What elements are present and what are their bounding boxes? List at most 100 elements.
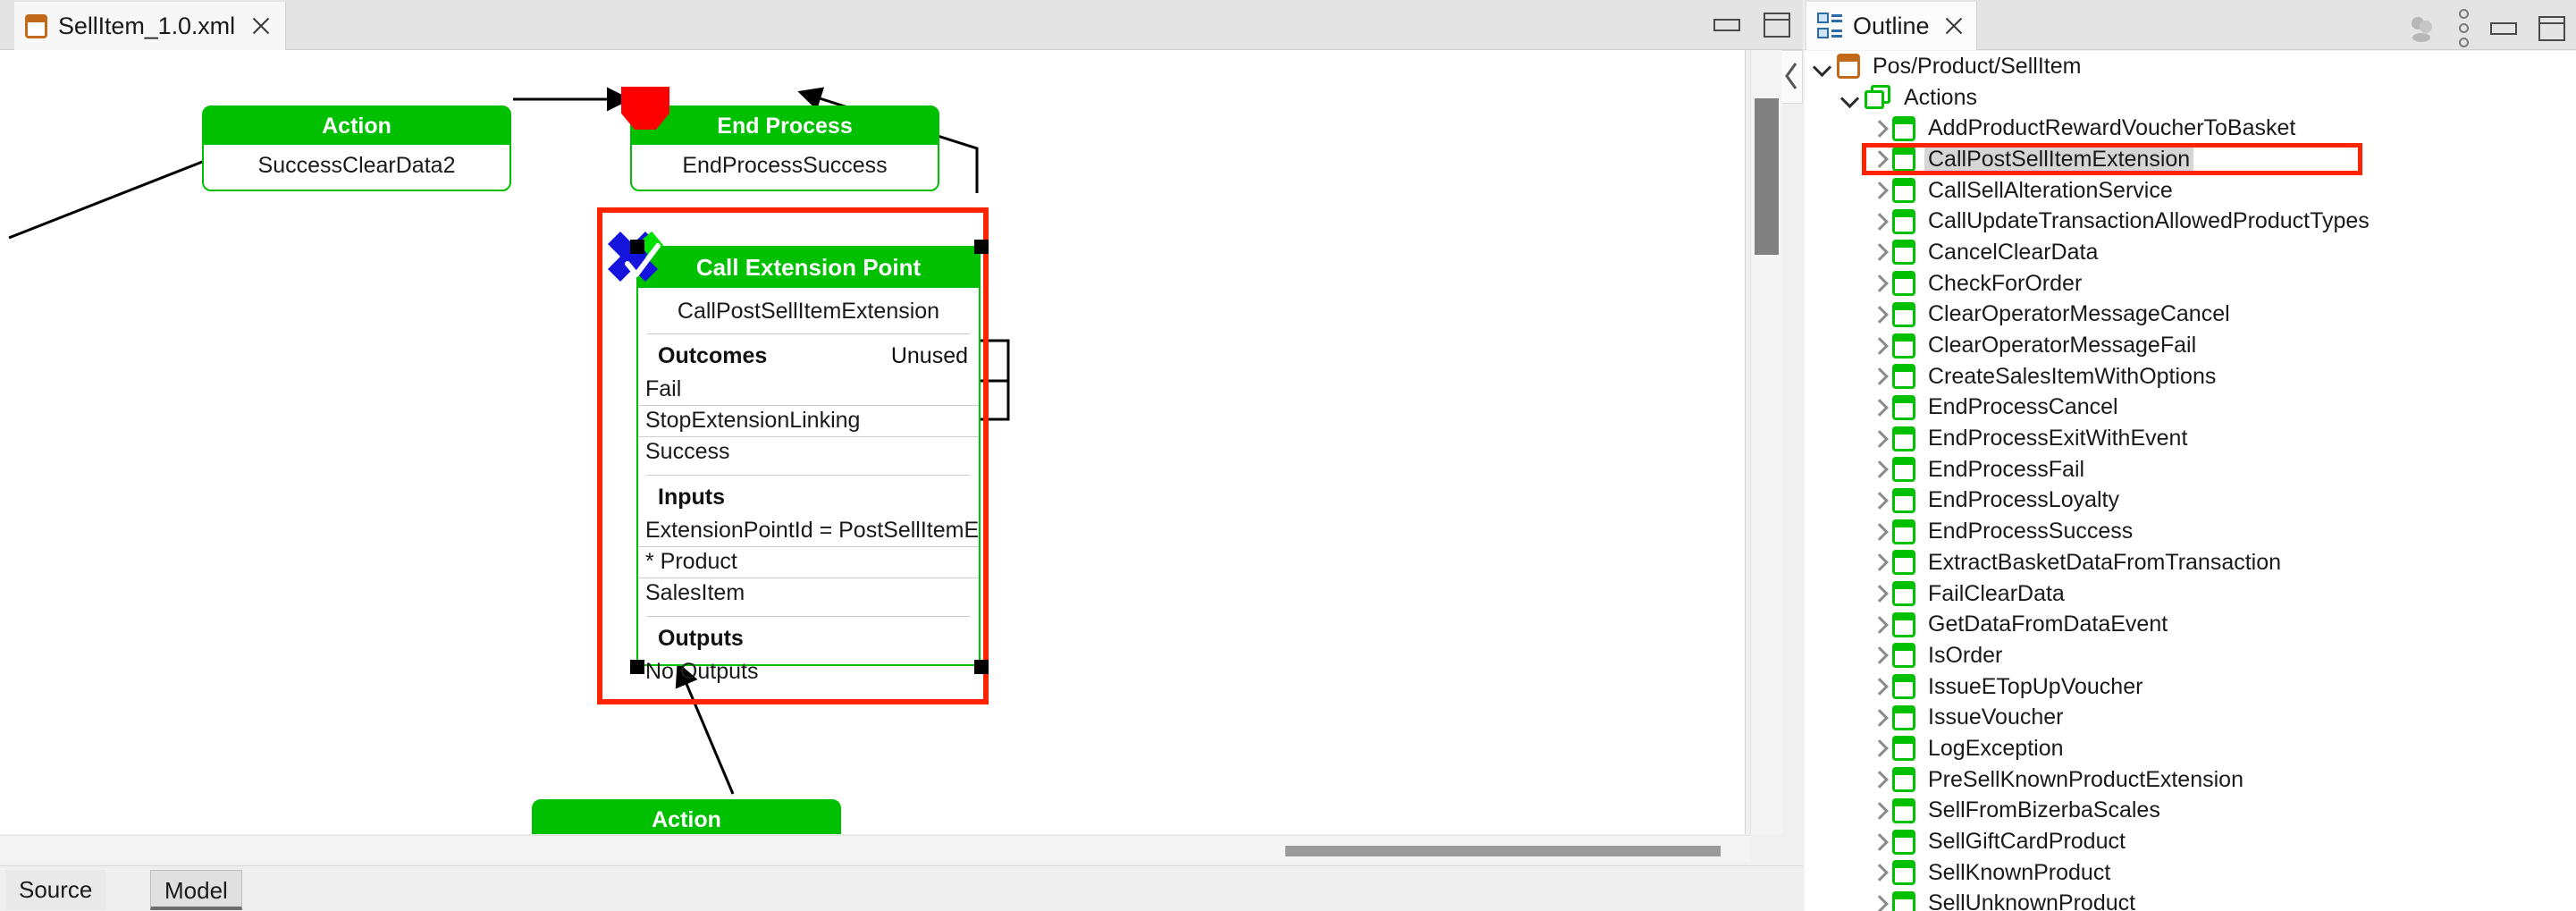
chevron-right-icon[interactable] [1867, 738, 1889, 759]
outline-tree-item[interactable]: ClearOperatorMessageCancel [1805, 299, 2576, 331]
outline-tree-item[interactable]: CreateSalesItemWithOptions [1805, 361, 2576, 392]
outline-tree-item[interactable]: Actions [1805, 82, 2576, 114]
chevron-down-icon[interactable] [1839, 87, 1861, 108]
outline-tree-item[interactable]: EndProcessLoyalty [1805, 485, 2576, 517]
outline-tree-item[interactable]: CancelClearData [1805, 237, 2576, 268]
resize-handle-top-right[interactable] [974, 240, 989, 254]
chevron-right-icon[interactable] [1867, 180, 1889, 201]
chevron-right-icon[interactable] [1867, 273, 1889, 294]
cep-input-row[interactable]: * Product [638, 547, 979, 578]
chevron-right-icon[interactable] [1867, 769, 1889, 790]
outline-tree-item-label: SellUnknownProduct [1928, 890, 2136, 911]
resize-handle-bottom-right[interactable] [974, 660, 989, 674]
outline-tree-item[interactable]: AddProductRewardVoucherToBasket [1805, 113, 2576, 144]
chevron-right-icon[interactable] [1867, 614, 1889, 636]
chevron-right-icon[interactable] [1867, 831, 1889, 853]
restore-panel-button[interactable] [1781, 50, 1803, 104]
outline-tree-item[interactable]: EndProcessFail [1805, 454, 2576, 485]
chevron-right-icon[interactable] [1867, 490, 1889, 511]
chevron-right-icon[interactable] [1867, 893, 1889, 911]
outline-tree[interactable]: Pos/Product/SellItem Actions AddProductRew… [1805, 51, 2576, 911]
action-icon [1892, 519, 1915, 544]
diagram-canvas[interactable]: Action SuccessClearData2 End Process End… [0, 50, 1746, 834]
cep-title-label: CallPostSellItemExtension [677, 299, 940, 324]
editor-vertical-scrollbar-thumb[interactable] [1755, 98, 1779, 255]
diagram-node-end-process[interactable]: End Process EndProcessSuccess [621, 87, 939, 191]
resize-handle-top-left[interactable] [630, 240, 644, 254]
chevron-right-icon[interactable] [1867, 428, 1889, 450]
view-menu-icon[interactable] [2459, 9, 2469, 47]
chevron-right-icon[interactable] [1867, 583, 1889, 604]
outline-tree-item[interactable]: CallUpdateTransactionAllowedProductTypes [1805, 206, 2576, 237]
chevron-right-icon[interactable] [1867, 366, 1889, 387]
outline-tab-bar: Outline [1805, 0, 2576, 50]
outline-tree-item[interactable]: IssueVoucher [1805, 702, 2576, 733]
diagram-node-action-successclaerdata[interactable]: Action SuccessClearData [532, 799, 841, 834]
action-icon [1892, 208, 1915, 234]
chevron-right-icon[interactable] [1867, 397, 1889, 418]
maximize-icon[interactable] [1764, 13, 1790, 38]
chevron-right-icon[interactable] [1867, 552, 1889, 573]
outline-tree-item[interactable]: SellKnownProduct [1805, 857, 2576, 889]
outline-tree-item-label: CheckForOrder [1928, 270, 2083, 296]
chevron-down-icon[interactable] [1812, 55, 1833, 77]
chevron-right-icon[interactable] [1867, 211, 1889, 232]
chevron-right-icon[interactable] [1867, 304, 1889, 325]
resize-handle-bottom-left[interactable] [630, 660, 644, 674]
minimize-icon[interactable] [1713, 19, 1740, 31]
outline-tree-item[interactable]: EndProcessCancel [1805, 392, 2576, 424]
outline-tree-item[interactable]: IsOrder [1805, 640, 2576, 671]
xml-file-icon [25, 13, 47, 38]
diagram-node-call-extension-point[interactable]: Call Extension Point CallPostSellItemExt… [608, 231, 981, 684]
outline-tree-item-label: CallUpdateTransactionAllowedProductTypes [1928, 208, 2370, 234]
outline-tree-item[interactable]: PreSellKnownProductExtension [1805, 764, 2576, 796]
cep-input-row[interactable]: SalesItem [638, 578, 979, 609]
chevron-right-icon[interactable] [1867, 800, 1889, 822]
cep-inputs-label: Inputs [658, 485, 725, 510]
cep-input-row[interactable]: ExtensionPointId = PostSellItemE... [638, 516, 979, 547]
chevron-right-icon[interactable] [1867, 862, 1889, 883]
outline-tree-item[interactable]: CheckForOrder [1805, 268, 2576, 299]
tab-model[interactable]: Model [150, 870, 242, 910]
chevron-right-icon[interactable] [1867, 118, 1889, 139]
outline-tree-item[interactable]: SellUnknownProduct [1805, 889, 2576, 911]
chevron-right-icon[interactable] [1867, 459, 1889, 480]
outline-tree-item[interactable]: IssueETopUpVoucher [1805, 671, 2576, 703]
diagram-node-action-successclaerdata2[interactable]: Action SuccessClearData2 [202, 105, 511, 191]
chevron-right-icon[interactable] [1867, 521, 1889, 543]
chevron-right-icon[interactable] [1867, 707, 1889, 729]
close-icon[interactable] [249, 14, 273, 38]
chevron-left-icon [1785, 63, 1797, 89]
cep-outcome-row[interactable]: StopExtensionLinking [638, 406, 979, 437]
outline-tree-item-label: IssueETopUpVoucher [1928, 673, 2143, 699]
outline-tree-item[interactable]: Pos/Product/SellItem [1805, 51, 2576, 82]
outline-tree-item[interactable]: ExtractBasketDataFromTransaction [1805, 547, 2576, 578]
outline-tree-item[interactable]: FailClearData [1805, 578, 2576, 610]
outline-tree-item[interactable]: CallSellAlterationService [1805, 175, 2576, 207]
outline-tree-item[interactable]: SellFromBizerbaScales [1805, 796, 2576, 827]
chevron-right-icon[interactable] [1867, 645, 1889, 666]
chevron-right-icon[interactable] [1867, 335, 1889, 357]
chevron-right-icon[interactable] [1867, 241, 1889, 263]
filter-icon[interactable] [2407, 15, 2437, 42]
cep-outcome-row[interactable]: Success [638, 437, 979, 468]
editor-tab-sellitem[interactable]: SellItem_1.0.xml [14, 2, 286, 50]
outline-tree-item[interactable]: GetDataFromDataEvent [1805, 609, 2576, 640]
chevron-right-icon[interactable] [1867, 676, 1889, 697]
outline-tree-item[interactable]: LogException [1805, 733, 2576, 764]
outline-tree-item[interactable]: EndProcessSuccess [1805, 516, 2576, 547]
outline-tree-item[interactable]: SellGiftCardProduct [1805, 826, 2576, 857]
maximize-icon[interactable] [2538, 15, 2565, 41]
editor-horizontal-scrollbar-thumb[interactable] [1285, 846, 1721, 856]
action-icon [1892, 487, 1915, 513]
outline-tree-item[interactable]: EndProcessExitWithEvent [1805, 423, 2576, 454]
outline-tree-item-label: CallPostSellItemExtension [1924, 145, 2194, 173]
chevron-right-icon[interactable] [1867, 148, 1889, 170]
close-icon[interactable] [1942, 14, 1966, 38]
minimize-icon[interactable] [2490, 21, 2517, 35]
outline-tab[interactable]: Outline [1806, 2, 1977, 50]
outline-tree-item[interactable]: CallPostSellItemExtension [1805, 143, 2576, 176]
cep-outcome-row[interactable]: Fail [638, 375, 979, 406]
tab-source[interactable]: Source [5, 870, 106, 910]
outline-tree-item[interactable]: ClearOperatorMessageFail [1805, 330, 2576, 361]
